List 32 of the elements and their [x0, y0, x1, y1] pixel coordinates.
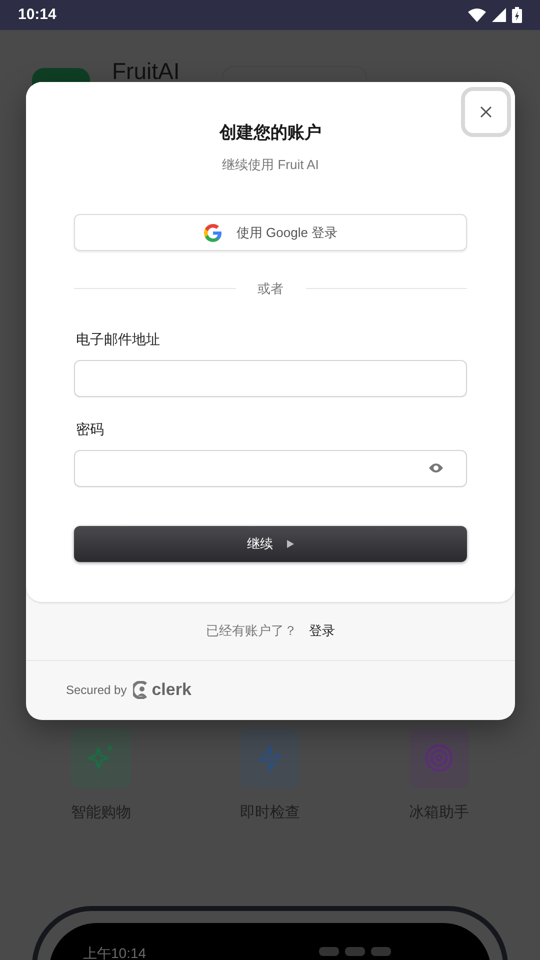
- close-icon: [480, 106, 492, 118]
- email-field[interactable]: [74, 360, 467, 396]
- feature-tile[interactable]: [240, 728, 300, 788]
- battery-icon: [512, 7, 522, 23]
- preview-pill: [371, 947, 391, 956]
- feature-tile[interactable]: [71, 728, 131, 788]
- play-icon: [287, 540, 294, 548]
- divider-label: 或者: [258, 280, 284, 298]
- field-label: 电子邮件地址: [76, 330, 161, 348]
- clerk-logo-icon: [132, 681, 149, 699]
- preview-pill: [319, 947, 339, 956]
- signin-link[interactable]: 登录: [309, 620, 335, 640]
- google-icon: [203, 222, 224, 242]
- status-time: 10:14: [18, 4, 56, 25]
- continue-button[interactable]: 继续: [74, 526, 467, 562]
- dialog-subtitle: 继续使用 Fruit AI: [222, 156, 319, 174]
- password-field[interactable]: [74, 450, 467, 486]
- target-icon: [424, 743, 454, 773]
- clerk-wordmark: clerk: [152, 679, 192, 702]
- app-title: FruitAI: [112, 60, 180, 83]
- preview-pill: [345, 947, 365, 956]
- signal-icon: [492, 8, 506, 22]
- wifi-icon: [468, 8, 486, 22]
- preview-time: 上午10:14: [83, 944, 146, 960]
- dialog-title: 创建您的账户: [220, 122, 322, 144]
- google-signin-button[interactable]: 使用 Google 登录: [74, 214, 467, 251]
- signin-prompt: 已经有账户了？: [206, 622, 297, 640]
- secured-by-label: Secured by: [66, 682, 127, 699]
- field-label: 密码: [76, 420, 105, 438]
- feature-tile[interactable]: [409, 728, 469, 788]
- close-button[interactable]: [461, 87, 511, 137]
- eye-icon[interactable]: [428, 462, 444, 474]
